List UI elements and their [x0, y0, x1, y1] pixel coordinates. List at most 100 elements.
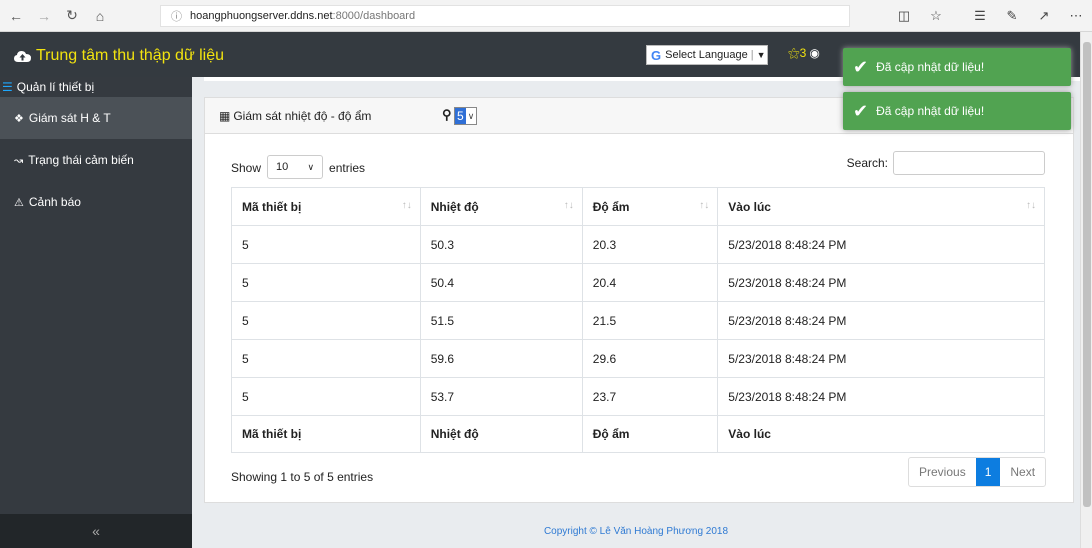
brand-title: Trung tâm thu thập dữ liệu — [36, 47, 224, 64]
column-header-label: Nhiệt độ — [430, 199, 479, 214]
chevron-down-icon: ∨ — [467, 110, 475, 121]
column-footer-temperature: Nhiệt độ — [419, 415, 583, 453]
sidebar-section-title: Quản lí thiết bị — [16, 80, 95, 94]
column-footer-device: Mã thiết bị — [231, 415, 421, 453]
home-icon[interactable]: ⌂ — [88, 4, 112, 28]
page-1-button[interactable]: 1 — [975, 458, 1001, 486]
toast-notification[interactable]: ✔ Đã cập nhật dữ liệu! — [843, 48, 1071, 86]
language-separator: | — [750, 49, 754, 61]
table-cell: 5 — [231, 339, 421, 378]
sidebar-item-label: Cảnh báo — [28, 195, 81, 209]
page-length-control: Show 10 ∨ entries — [231, 155, 366, 180]
table-footer-row: Mã thiết bị Nhiệt độ Độ ẩm Vào lúc — [231, 415, 1045, 453]
data-table: Mã thiết bị ↑↓ Nhiệt độ ↑↓ Độ ẩm ↑↓ Vào lúc… — [231, 187, 1045, 453]
next-button[interactable]: Next — [1000, 458, 1045, 486]
scrollbar-thumb[interactable] — [1083, 42, 1091, 507]
table-cell: 5 — [231, 301, 421, 340]
sort-icon: ↑↓ — [1026, 200, 1036, 211]
user-info[interactable]: ⚝3 ◉ — [788, 46, 820, 61]
checkmark-icon: ✔ — [853, 56, 869, 77]
language-select[interactable]: G Select Language | ▼ — [646, 45, 768, 65]
table-row: 5 51.5 21.5 5/23/2018 8:48:24 PM — [231, 301, 1045, 340]
forward-icon[interactable]: → — [32, 4, 56, 28]
table-info: Showing 1 to 5 of 5 entries — [231, 470, 374, 484]
chevron-down-icon: ▼ — [756, 50, 766, 60]
table-cell: 5/23/2018 8:48:24 PM — [717, 263, 1045, 302]
sort-icon: ↑↓ — [563, 200, 574, 211]
line-chart-icon: ↝ — [14, 154, 24, 167]
table-search: Search: — [847, 151, 1045, 175]
pagination: Previous 1 Next — [908, 457, 1047, 487]
table-cell: 5 — [231, 263, 421, 302]
device-select[interactable]: 5 ∨ — [454, 107, 478, 125]
table-cell: 20.3 — [581, 225, 719, 264]
monitor-card: ▦ Giám sát nhiệt độ - độ ẩm ⚲ 5 ∨ Show 1… — [204, 97, 1074, 503]
column-header-device[interactable]: Mã thiết bị ↑↓ — [231, 187, 421, 226]
sidebar-item-alerts[interactable]: ⚠ Cảnh báo — [0, 181, 192, 223]
table-row: 5 50.4 20.4 5/23/2018 8:48:24 PM — [231, 263, 1045, 302]
list-icon: ☰ — [2, 80, 13, 94]
entries-select[interactable]: 10 ∨ — [267, 155, 324, 179]
table-cell: 53.7 — [419, 377, 583, 416]
previous-button[interactable]: Previous — [909, 458, 976, 486]
browser-toolbar: ← → ↻ ⌂ ⓘ hoangphuongserver.ddns.net:800… — [0, 0, 1092, 32]
table-cell: 21.5 — [581, 301, 719, 340]
info-icon: ⓘ — [171, 11, 182, 23]
column-header-temperature[interactable]: Nhiệt độ ↑↓ — [419, 187, 583, 226]
copyright-text: Copyright © Lê Văn Hoàng Phương 2018 — [543, 525, 729, 537]
table-cell: 20.4 — [581, 263, 719, 302]
toast-notification[interactable]: ✔ Đã cập nhật dữ liệu! — [843, 92, 1071, 130]
address-bar[interactable]: ⓘ hoangphuongserver.ddns.net:8000/dashbo… — [160, 5, 850, 27]
google-logo-icon: G — [651, 47, 662, 63]
sidebar-section-header[interactable]: ☰ Quản lí thiết bị — [0, 77, 192, 97]
table-header-row: Mã thiết bị ↑↓ Nhiệt độ ↑↓ Độ ẩm ↑↓ Vào lúc… — [231, 187, 1045, 226]
refresh-icon[interactable]: ↻ — [60, 4, 84, 28]
table-cell: 5/23/2018 8:48:24 PM — [717, 301, 1045, 340]
double-chevron-left-icon: « — [92, 523, 100, 539]
sidebar: ☰ Quản lí thiết bị ❖ Giám sát H & T ↝ Tr… — [0, 77, 192, 548]
table-cell: 50.3 — [419, 225, 583, 264]
info-circle-icon: ❖ — [14, 112, 24, 125]
search-icon: ⚲ — [442, 107, 452, 122]
sidebar-item-sensor-status[interactable]: ↝ Trạng thái cảm biến — [0, 139, 192, 181]
brand[interactable]: Trung tâm thu thập dữ liệu — [14, 47, 224, 65]
device-select-value: 5 — [455, 108, 466, 124]
table-icon: ▦ — [219, 108, 231, 123]
table-row: 5 53.7 23.7 5/23/2018 8:48:24 PM — [231, 377, 1045, 416]
column-header-label: Mã thiết bị — [242, 199, 302, 214]
sidebar-item-label: Trạng thái cảm biến — [28, 153, 134, 167]
user-count: 3 — [799, 46, 807, 60]
table-cell: 5/23/2018 8:48:24 PM — [717, 339, 1045, 378]
column-header-label: Độ ẩm — [592, 199, 630, 214]
column-header-humidity[interactable]: Độ ẩm ↑↓ — [581, 187, 719, 226]
favorite-star-icon[interactable]: ☆ — [920, 8, 952, 24]
toast-message: Đã cập nhật dữ liệu! — [876, 60, 985, 74]
page-scrollbar[interactable] — [1080, 32, 1092, 548]
user-circle-icon[interactable]: ◉ — [809, 46, 819, 60]
column-footer-time: Vào lúc — [717, 415, 1045, 453]
checkmark-icon: ✔ — [853, 100, 869, 121]
users-icon: ⚝ — [788, 46, 800, 60]
column-header-label: Vào lúc — [728, 199, 771, 214]
share-icon[interactable]: ↗ — [1028, 8, 1060, 24]
table-cell: 5 — [231, 225, 421, 264]
reading-view-icon[interactable]: ◫ — [888, 8, 920, 24]
language-label: Select Language — [665, 49, 748, 61]
column-header-time[interactable]: Vào lúc ↑↓ — [717, 187, 1045, 226]
card-title: Giám sát nhiệt độ - độ ẩm — [233, 108, 372, 123]
back-icon[interactable]: ← — [4, 4, 28, 28]
page-footer: Copyright © Lê Văn Hoàng Phương 2018 — [192, 514, 1080, 548]
more-icon[interactable]: ⋯ — [1060, 8, 1092, 24]
table-cell: 5 — [231, 377, 421, 416]
favorites-list-icon[interactable]: ☰ — [964, 8, 996, 24]
url-path: :8000/dashboard — [332, 10, 416, 22]
entries-label: entries — [329, 161, 366, 175]
search-input[interactable] — [893, 151, 1045, 175]
pen-icon[interactable]: ✎ — [996, 8, 1028, 24]
sidebar-item-monitor[interactable]: ❖ Giám sát H & T — [0, 97, 192, 139]
table-row: 5 59.6 29.6 5/23/2018 8:48:24 PM — [231, 339, 1045, 378]
sidebar-collapse-button[interactable]: « — [0, 514, 192, 548]
entries-value: 10 — [276, 161, 289, 173]
table-cell: 51.5 — [419, 301, 583, 340]
sort-icon: ↑↓ — [401, 200, 412, 211]
